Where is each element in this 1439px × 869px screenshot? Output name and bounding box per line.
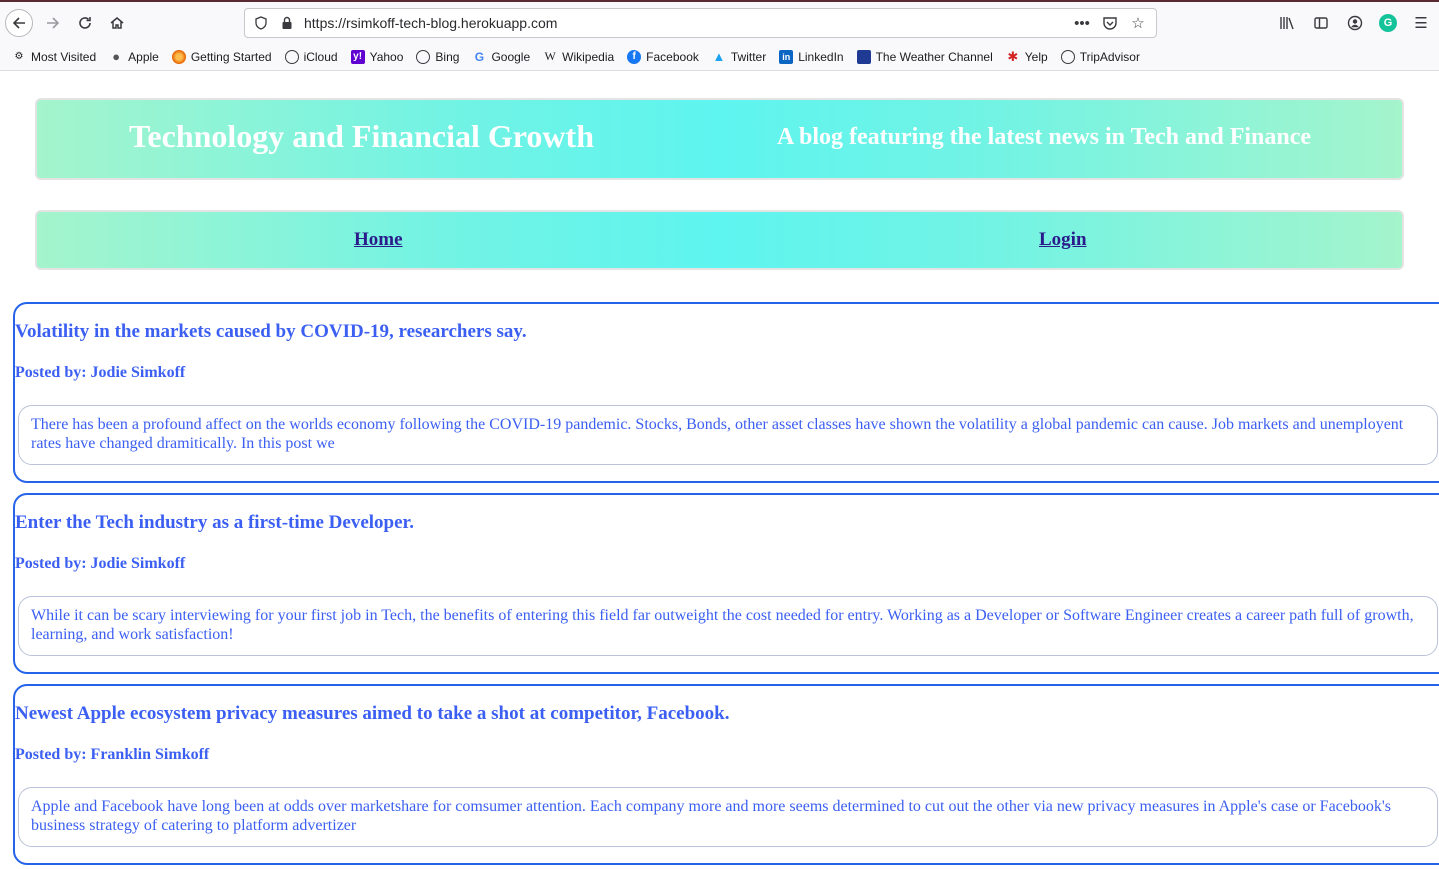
bookmark-item[interactable]: W Wikipedia [543,49,614,64]
wikipedia-icon: W [544,49,556,63]
url-text[interactable]: https://rsimkoff-tech-blog.herokuapp.com [304,15,557,31]
site-title: Technology and Financial Growth [129,118,594,154]
site-header: Technology and Financial Growth A blog f… [35,98,1404,180]
page-actions-icon[interactable]: ••• [1072,13,1092,33]
globe-icon [416,49,431,64]
account-icon[interactable] [1345,13,1365,33]
reload-button[interactable] [71,9,99,37]
bookmark-item[interactable]: Bing [416,49,459,64]
bookmark-item[interactable]: in LinkedIn [779,49,844,64]
bookmark-item[interactable]: ● Apple [109,49,159,64]
apple-icon: ● [112,49,121,64]
post-card[interactable]: Volatility in the markets caused by COVI… [13,302,1439,483]
bookmarks-toolbar: ⚙ Most Visited ● Apple Getting Started iCl… [0,43,1439,71]
bookmark-item[interactable]: TripAdvisor [1060,49,1140,64]
url-bar[interactable]: https://rsimkoff-tech-blog.herokuapp.com… [244,8,1157,38]
bookmark-item[interactable]: ▲ Twitter [712,49,766,64]
back-button[interactable] [5,9,33,37]
browser-toolbar: https://rsimkoff-tech-blog.herokuapp.com… [0,0,1439,43]
shield-icon[interactable] [253,15,269,31]
bookmark-item[interactable]: iCloud [284,49,338,64]
bookmark-item[interactable]: Getting Started [171,49,272,64]
grammarly-extension-icon[interactable]: G [1379,14,1397,32]
site-nav: Home Login [35,210,1404,270]
globe-icon [284,49,299,64]
forward-button[interactable] [39,9,67,37]
bookmark-item[interactable]: f Facebook [627,49,699,64]
post-author: Posted by: Franklin Simkoff [15,746,210,763]
post-body: Apple and Facebook have long been at odd… [18,787,1438,847]
bookmark-item[interactable]: ✱ Yelp [1006,48,1047,64]
gear-icon: ⚙ [14,51,24,62]
nav-login-link[interactable]: Login [1039,229,1087,251]
bookmark-star-icon[interactable]: ☆ [1128,13,1148,33]
bookmark-item[interactable]: G Google [472,50,530,64]
linkedin-icon: in [779,49,794,64]
sidebar-icon[interactable] [1311,13,1331,33]
facebook-icon: f [627,49,642,64]
reload-icon [79,17,91,29]
globe-icon [1060,49,1075,64]
google-icon: G [474,49,485,64]
yahoo-icon: y! [350,49,365,64]
yelp-icon: ✱ [1007,48,1019,64]
forward-arrow-icon [47,17,60,29]
post-card[interactable]: Enter the Tech industry as a first-time … [13,493,1439,674]
firefox-icon [171,49,186,64]
back-arrow-icon [12,17,25,29]
post-title[interactable]: Newest Apple ecosystem privacy measures … [15,703,730,725]
post-title[interactable]: Enter the Tech industry as a first-time … [15,512,414,534]
post-card[interactable]: Newest Apple ecosystem privacy measures … [13,684,1439,865]
weather-channel-icon [856,49,871,64]
lock-icon[interactable] [279,15,295,31]
home-button[interactable] [103,9,131,37]
bookmark-item[interactable]: y! Yahoo [350,49,403,64]
nav-home-link[interactable]: Home [354,229,403,251]
bookmark-item[interactable]: The Weather Channel [856,49,993,64]
library-icon[interactable] [1277,13,1297,33]
post-author: Posted by: Jodie Simkoff [15,364,186,381]
post-author: Posted by: Jodie Simkoff [15,555,186,572]
bookmark-item[interactable]: ⚙ Most Visited [12,50,97,64]
post-body: There has been a profound affect on the … [18,405,1438,465]
post-body: While it can be scary interviewing for y… [18,596,1438,656]
menu-icon[interactable]: ☰ [1411,13,1431,33]
post-title[interactable]: Volatility in the markets caused by COVI… [15,321,527,343]
home-icon [110,17,124,29]
site-tagline: A blog featuring the latest news in Tech… [777,124,1312,150]
twitter-icon: ▲ [712,49,726,64]
pocket-icon[interactable] [1100,13,1120,33]
